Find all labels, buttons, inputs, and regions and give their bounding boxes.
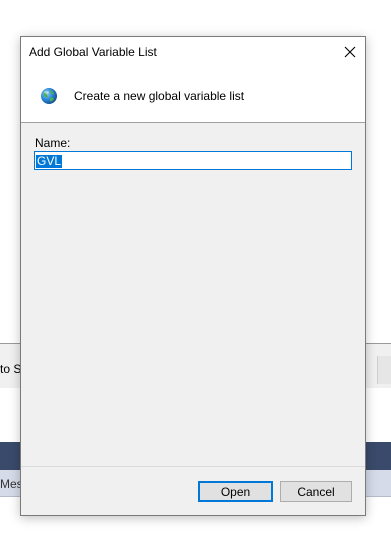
name-input-value[interactable]: GVL [36,155,63,168]
open-button[interactable]: Open [198,481,273,502]
add-global-variable-list-dialog: Add Global Variable List Create a new gl… [20,36,366,516]
footer-separator [21,466,365,467]
name-input[interactable]: GVL [34,151,352,170]
close-button[interactable] [335,37,365,67]
name-label: Name: [35,136,71,150]
globe-icon [41,88,57,104]
dialog-titlebar: Add Global Variable List [21,37,365,67]
close-icon [344,46,356,58]
dialog-header: Create a new global variable list [21,67,365,123]
cancel-button[interactable]: Cancel [280,481,352,502]
background-scrollbar[interactable] [377,356,391,384]
dialog-title: Add Global Variable List [29,45,157,59]
header-description: Create a new global variable list [74,89,245,103]
